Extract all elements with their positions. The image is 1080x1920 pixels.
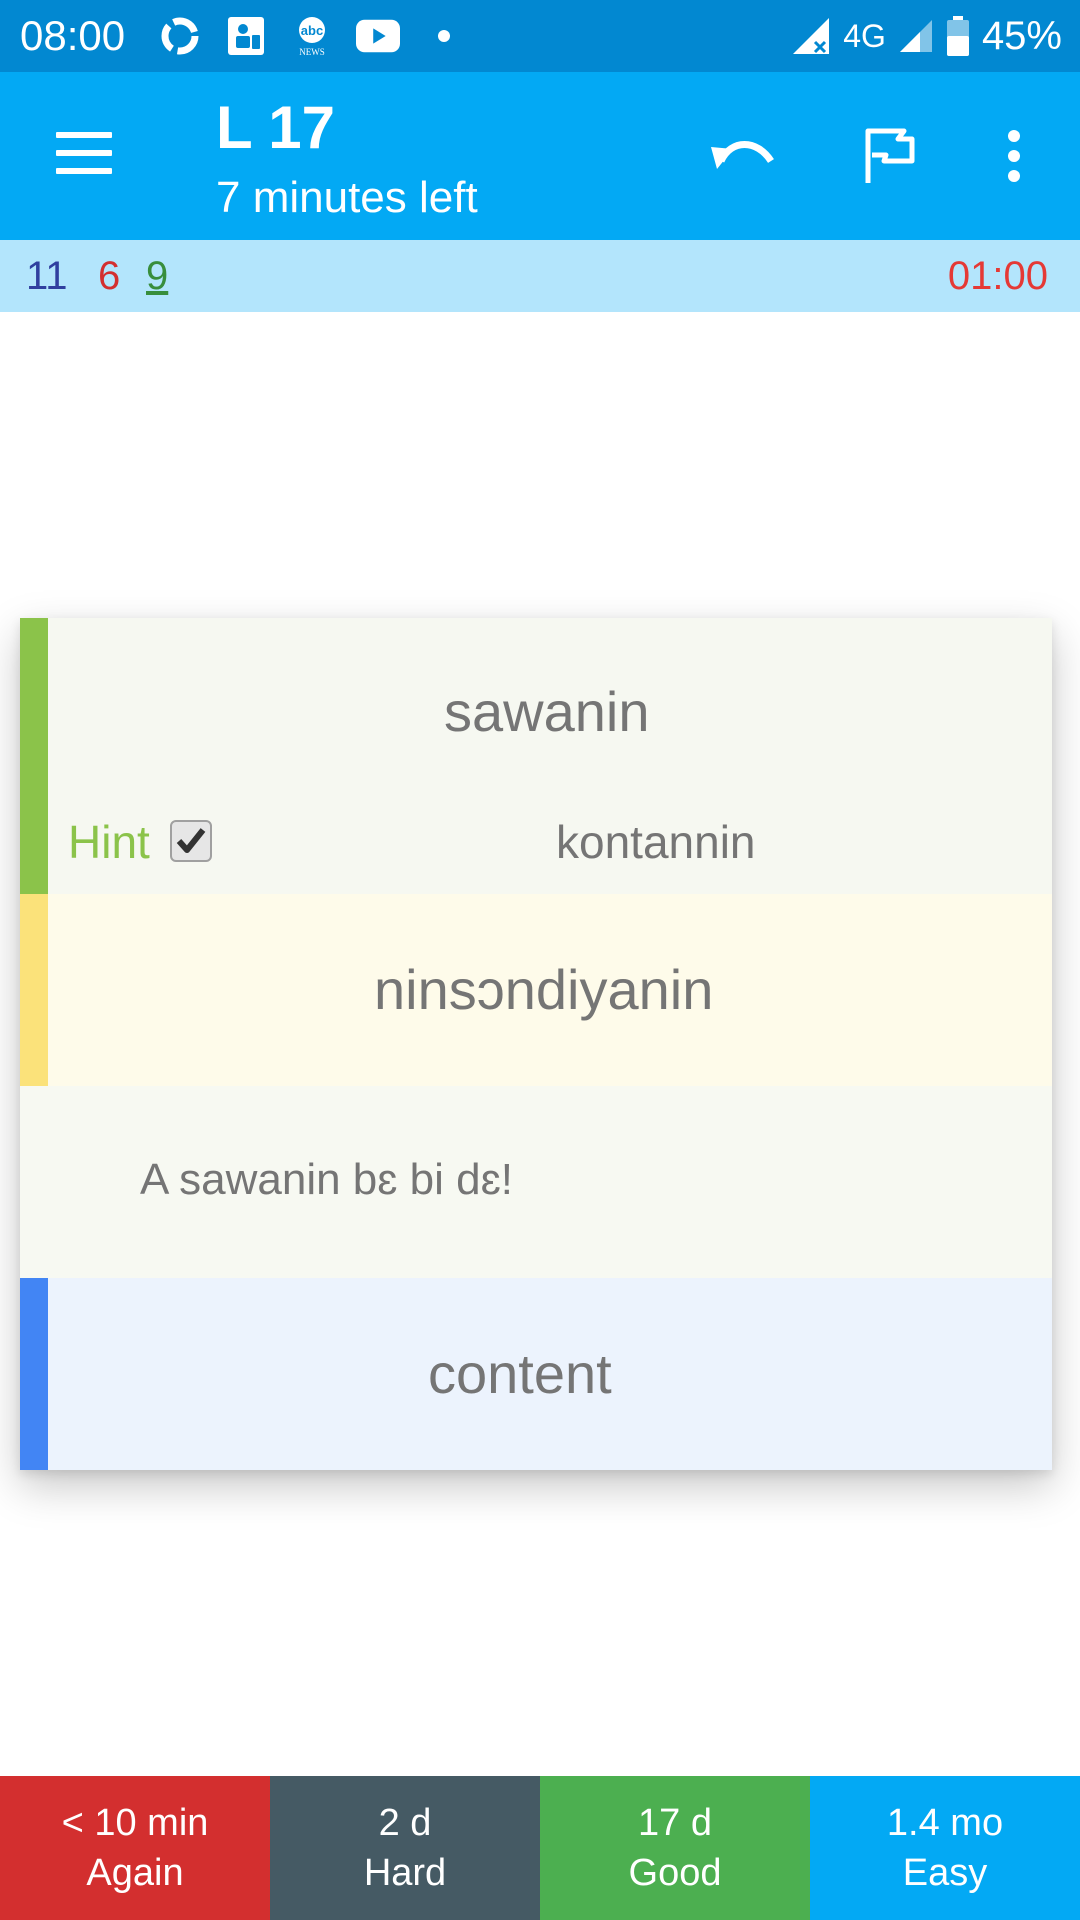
good-label: Good — [628, 1852, 722, 1894]
good-button[interactable]: 17 d Good — [540, 1776, 810, 1920]
plural-section: ninsɔndiyanin — [20, 894, 1052, 1086]
hard-interval: 2 d — [378, 1802, 432, 1844]
time-left: 7 minutes left — [216, 173, 478, 222]
hint-checkbox[interactable] — [170, 820, 212, 862]
signal-icon — [793, 18, 830, 54]
contact-card-icon — [224, 14, 268, 58]
network-type: 4G — [843, 17, 886, 54]
easy-button[interactable]: 1.4 mo Easy — [810, 1776, 1080, 1920]
svg-text:abc: abc — [301, 23, 323, 38]
again-interval: < 10 min — [61, 1802, 209, 1844]
translation-word: content — [428, 1342, 612, 1405]
review-count: 9 — [146, 254, 169, 298]
good-interval: 17 d — [638, 1802, 712, 1844]
easy-label: Easy — [902, 1852, 988, 1894]
status-time: 08:00 — [20, 12, 126, 59]
front-word: sawanin — [444, 680, 650, 743]
more-vert-icon[interactable] — [974, 116, 1054, 196]
translation-stripe — [20, 1278, 48, 1470]
flag-icon[interactable] — [850, 116, 930, 196]
plural-word: ninsɔndiyanin — [374, 958, 714, 1021]
card-counts-bar: 11 6 9 01:00 — [0, 240, 1080, 312]
new-count: 11 — [26, 254, 68, 298]
sync-icon — [158, 14, 202, 58]
app-toolbar: L 17 7 minutes left — [0, 72, 1080, 240]
svg-text:NEWS: NEWS — [299, 47, 325, 57]
learning-count: 6 — [98, 254, 121, 298]
hard-label: Hard — [363, 1852, 447, 1894]
menu-icon[interactable] — [44, 118, 124, 188]
undo-icon[interactable] — [704, 116, 784, 196]
easy-interval: 1.4 mo — [886, 1802, 1004, 1844]
front-section: sawanin Hint kontannin — [20, 618, 1052, 894]
again-label: Again — [86, 1852, 184, 1894]
example-sentence: A sawanin bɛ bi dɛ! — [140, 1155, 514, 1204]
plural-stripe — [20, 894, 48, 1086]
signal-strength-icon — [899, 20, 932, 52]
abc-news-icon: abc NEWS — [290, 14, 334, 58]
notification-icons: abc NEWS — [158, 14, 466, 58]
hard-button[interactable]: 2 d Hard — [270, 1776, 540, 1920]
battery-icon — [946, 16, 969, 56]
translation-section: content — [20, 1278, 1052, 1470]
hint-label: Hint — [68, 816, 150, 868]
card-timer: 01:00 — [947, 254, 1048, 298]
answer-buttons: < 10 min Again 2 d Hard 17 d Good 1.4 mo… — [0, 1776, 1080, 1920]
deck-title: L 17 — [216, 94, 335, 161]
front-stripe — [20, 618, 48, 894]
status-bar: 08:00 abc NEWS 4G 45% — [0, 0, 1080, 72]
youtube-icon — [356, 14, 400, 58]
checkmark-icon — [176, 828, 206, 853]
example-section: A sawanin bɛ bi dɛ! — [20, 1086, 1052, 1278]
battery-percent: 45% — [981, 13, 1062, 58]
again-button[interactable]: < 10 min Again — [0, 1776, 270, 1920]
status-right: 4G 45% — [791, 12, 1062, 60]
hint-word: kontannin — [556, 816, 756, 868]
dot-icon — [422, 14, 466, 58]
flashcard[interactable]: sawanin Hint kontannin ninsɔndiyanin A s… — [20, 618, 1052, 1470]
